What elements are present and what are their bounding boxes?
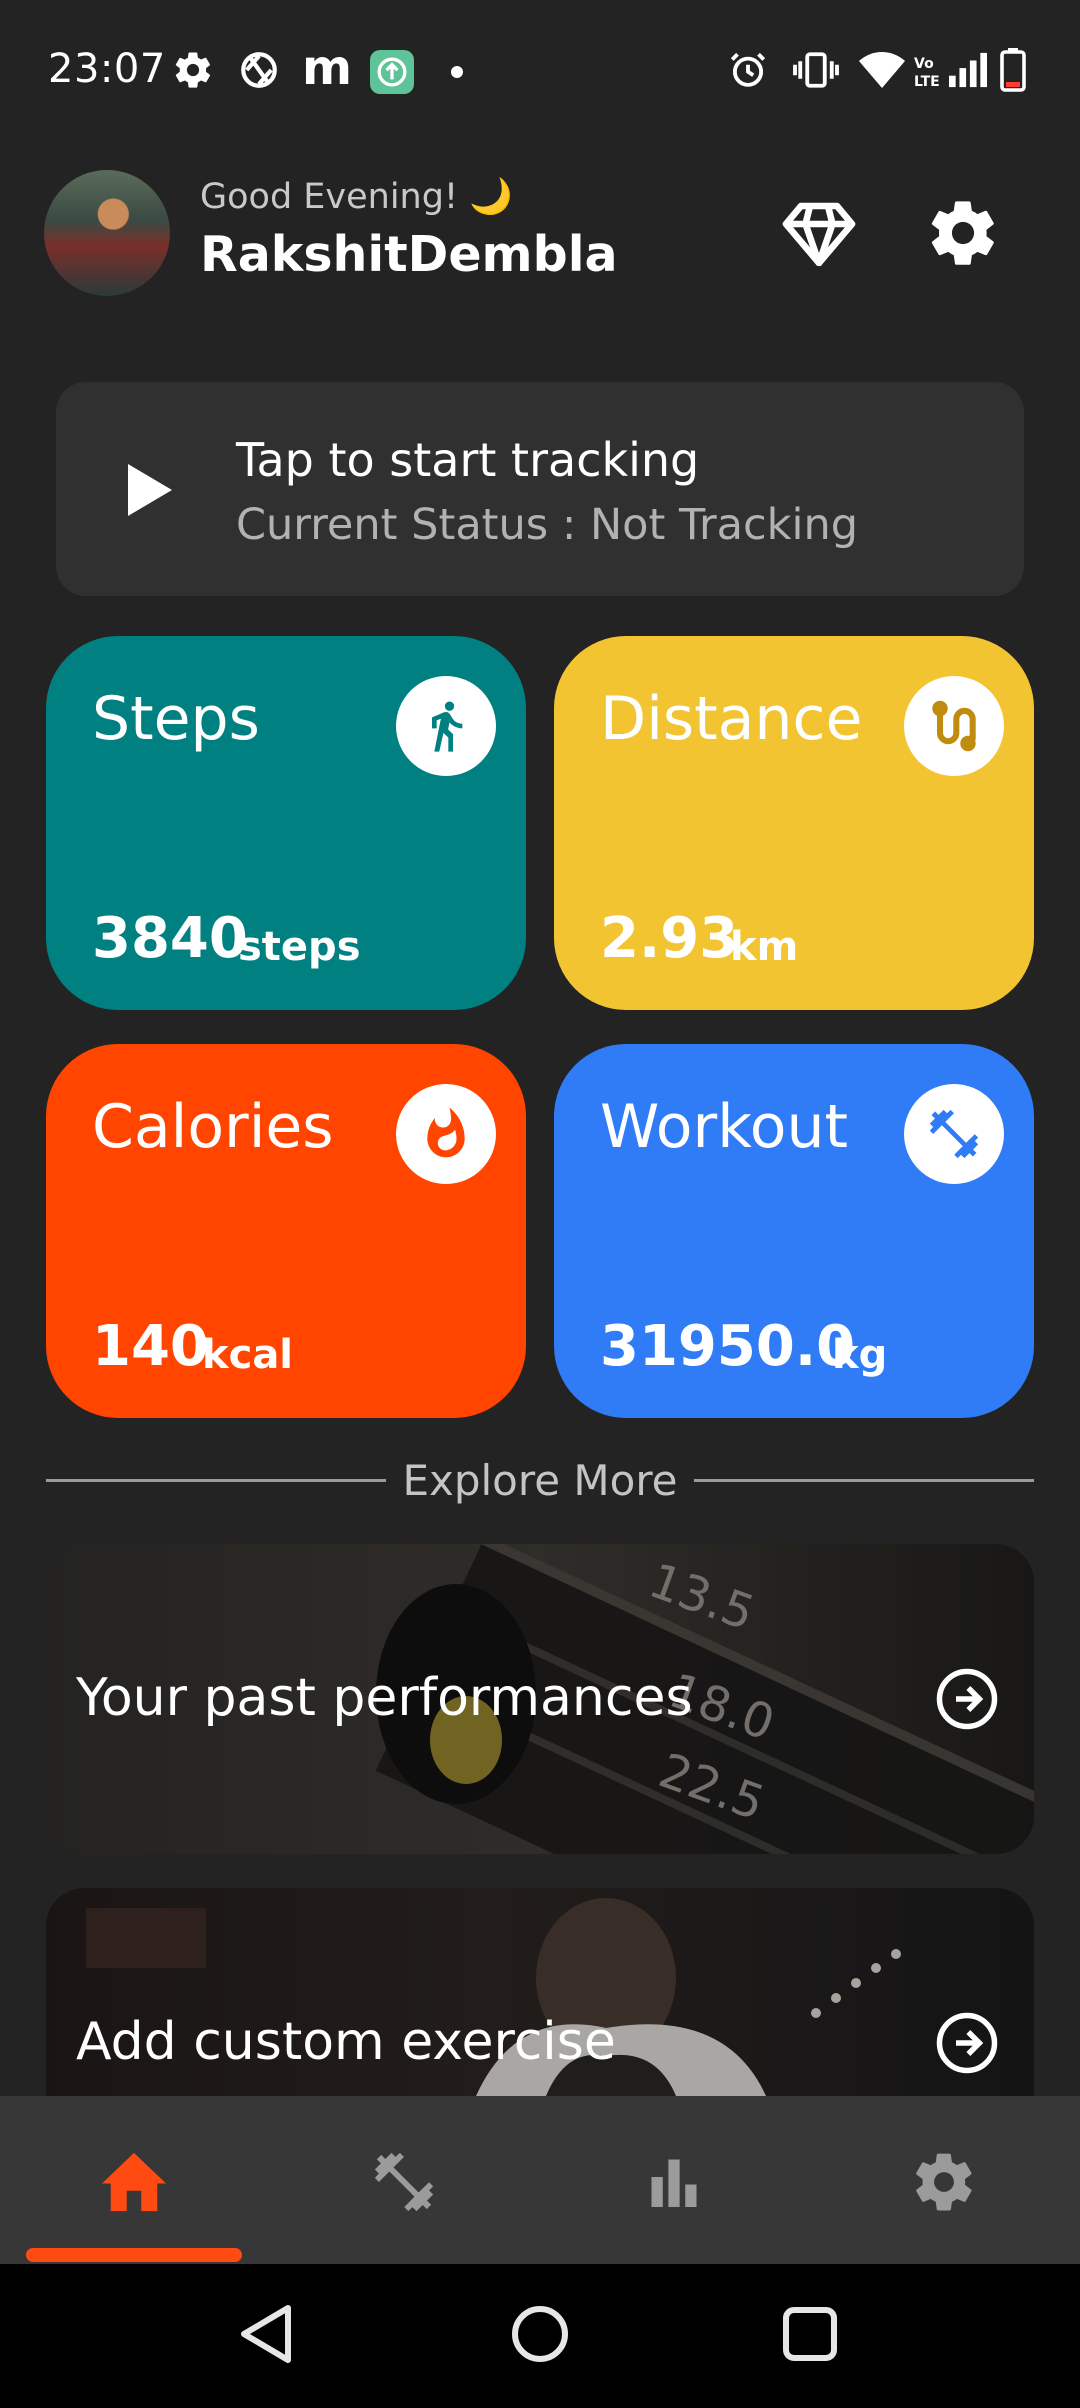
svg-text:LTE: LTE — [914, 74, 939, 88]
avatar[interactable] — [44, 170, 170, 296]
alarm-icon — [726, 48, 770, 92]
nav-settings-icon[interactable] — [904, 2142, 984, 2222]
workout-card[interactable]: Workout 31950.0 kg — [554, 1044, 1034, 1418]
tracking-card[interactable] — [56, 382, 1024, 596]
username: RakshitDembla — [200, 226, 618, 283]
diamond-icon[interactable] — [776, 190, 862, 276]
add-custom-exercise-title: Add custom exercise — [76, 2012, 616, 2072]
home-circle-icon[interactable] — [510, 2304, 570, 2368]
steps-unit: steps — [238, 924, 361, 970]
divider-right — [694, 1479, 1034, 1482]
recents-icon[interactable] — [782, 2306, 838, 2366]
upload-badge-icon — [370, 50, 414, 94]
back-icon[interactable] — [236, 2302, 296, 2370]
distance-card[interactable]: Distance 2.93 km — [554, 636, 1034, 1010]
dot-icon — [451, 66, 463, 78]
nav-workout-icon[interactable] — [364, 2142, 444, 2222]
past-performances-card[interactable]: 13.5 18.0 22.5 Your past performances — [46, 1544, 1034, 1854]
wifi-icon — [858, 48, 906, 92]
settings-gear-icon — [170, 48, 216, 92]
play-icon[interactable] — [128, 464, 172, 520]
tracking-title: Tap to start tracking — [236, 433, 700, 487]
past-performances-title: Your past performances — [76, 1668, 693, 1728]
battery-icon — [998, 48, 1028, 92]
add-custom-exercise-card[interactable]: Add custom exercise — [46, 1888, 1034, 2096]
steps-value: 3840 — [92, 906, 248, 971]
m-icon: m — [302, 40, 353, 96]
arrow-right-circle-icon[interactable] — [934, 1666, 1000, 1732]
calories-value: 140 — [92, 1314, 209, 1379]
dumbbell-icon — [904, 1084, 1004, 1184]
workout-title: Workout — [600, 1092, 849, 1162]
calories-unit: kcal — [202, 1332, 294, 1378]
nav-stats-icon[interactable] — [634, 2142, 714, 2222]
lens-icon — [236, 48, 282, 92]
volte-icon: Vo LTE — [912, 48, 940, 92]
distance-unit: km — [730, 924, 799, 970]
status-bar: 23:07 m Vo LTE — [0, 0, 1080, 140]
steps-title: Steps — [92, 684, 260, 754]
vibrate-icon — [792, 48, 840, 92]
workout-unit: kg — [832, 1332, 888, 1378]
tracking-status: Current Status : Not Tracking — [236, 500, 859, 550]
workout-value: 31950.0 — [600, 1314, 856, 1379]
distance-title: Distance — [600, 684, 863, 754]
walk-icon — [396, 676, 496, 776]
fire-icon — [396, 1084, 496, 1184]
distance-value: 2.93 — [600, 906, 739, 971]
svg-text:Vo: Vo — [914, 56, 934, 72]
system-nav-bar — [0, 2264, 1080, 2408]
signal-icon — [948, 48, 988, 92]
calories-card[interactable]: Calories 140 kcal — [46, 1044, 526, 1418]
nav-active-indicator — [26, 2248, 242, 2262]
greeting-text: Good Evening! 🌙 — [200, 177, 513, 217]
settings-icon[interactable] — [920, 190, 1006, 276]
route-icon — [904, 676, 1004, 776]
status-time: 23:07 — [48, 46, 166, 92]
arrow-right-circle-icon[interactable] — [934, 2010, 1000, 2076]
calories-title: Calories — [92, 1092, 334, 1162]
steps-card[interactable]: Steps 3840 steps — [46, 636, 526, 1010]
nav-home-icon[interactable] — [94, 2142, 174, 2222]
